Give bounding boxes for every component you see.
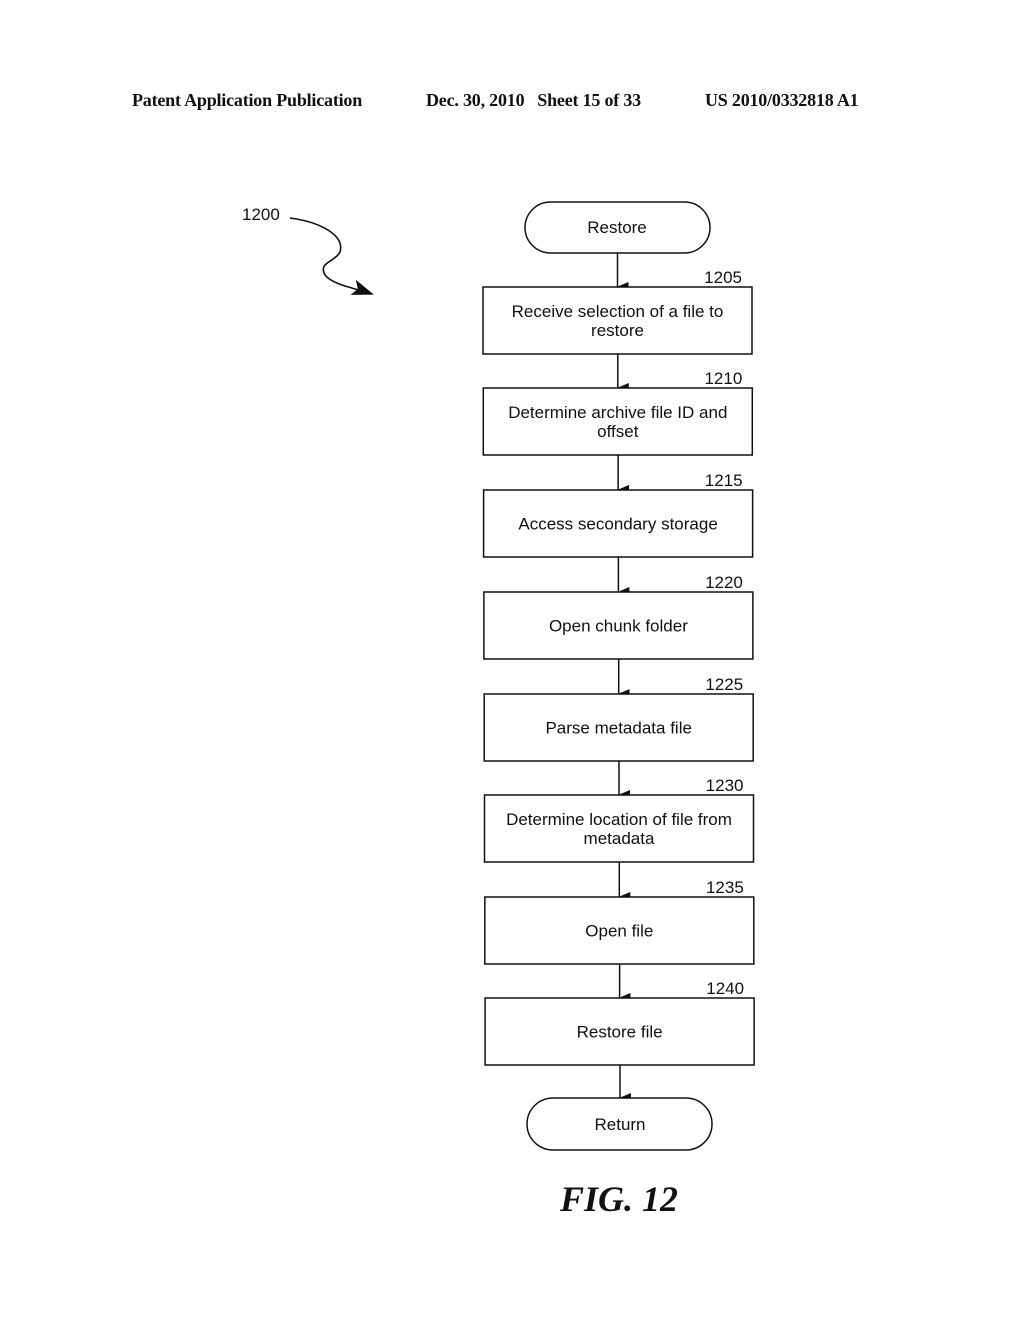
step-number-1225: 1225 — [705, 675, 743, 694]
process-step-label: Open file — [585, 922, 653, 941]
process-step-label: Access secondary storage — [518, 515, 717, 534]
process-step-label: offset — [597, 422, 639, 441]
step-number-1220: 1220 — [705, 573, 743, 592]
step-number-1210: 1210 — [704, 369, 742, 388]
process-step-label: Determine location of file from — [506, 810, 732, 829]
process-step-label: Open chunk folder — [549, 617, 688, 636]
step-number-1230: 1230 — [706, 776, 744, 795]
step-number-1235: 1235 — [706, 878, 744, 897]
process-step-label: metadata — [584, 829, 655, 848]
flowchart-diagram: Restore 1205 Receive selection of a file t… — [289, 201, 755, 1151]
process-step-label: Restore file — [577, 1023, 663, 1042]
process-step-label: Receive selection of a file to — [512, 302, 724, 321]
reference-leader-arrow — [289, 217, 374, 295]
step-number-1240: 1240 — [706, 979, 744, 998]
start-terminal-label: Restore — [587, 218, 647, 237]
step-number-1205: 1205 — [704, 268, 742, 287]
end-terminal-label: Return — [594, 1115, 645, 1134]
step-number-1215: 1215 — [705, 471, 743, 490]
process-step-label: restore — [591, 321, 644, 340]
process-step-label: Determine archive file ID and — [508, 403, 727, 422]
figure-caption: FIG. 12 — [560, 1179, 679, 1219]
process-step-label: Parse metadata file — [545, 719, 691, 738]
